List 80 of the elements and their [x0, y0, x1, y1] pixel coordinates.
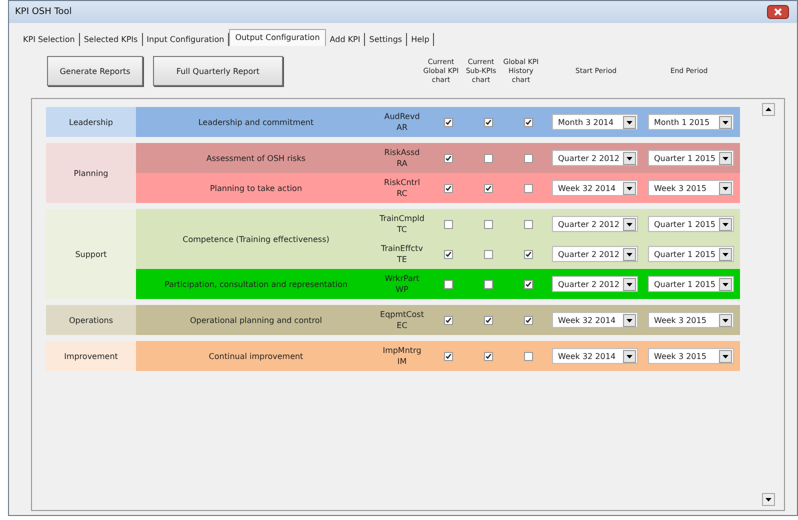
checkbox[interactable] — [444, 184, 452, 192]
start-period-dropdown[interactable]: Month 3 2014 — [552, 114, 638, 130]
checkbox[interactable] — [524, 316, 532, 324]
close-icon[interactable] — [767, 5, 789, 19]
kpi-abbreviation: IM — [397, 356, 407, 367]
checkbox[interactable] — [524, 220, 532, 228]
kpi-abbreviation: EC — [396, 320, 408, 331]
tab[interactable]: Settings — [365, 33, 408, 46]
report-button[interactable]: Full Quarterly Report — [153, 56, 283, 86]
scroll-down-icon[interactable] — [762, 493, 775, 506]
kpi-code: ImpMntrg — [382, 345, 422, 356]
checkbox[interactable] — [484, 220, 492, 228]
start-period-dropdown[interactable]: Quarter 2 2012 — [552, 276, 638, 292]
kpi-abbreviation: TC — [396, 224, 407, 235]
checkbox[interactable] — [444, 220, 452, 228]
start-period-dropdown[interactable]: Week 32 2014 — [552, 180, 638, 196]
checkbox[interactable] — [444, 118, 452, 126]
checkbox[interactable] — [444, 352, 452, 360]
checkbox[interactable] — [444, 154, 452, 162]
checkbox[interactable] — [484, 352, 492, 360]
end-period-dropdown[interactable]: Quarter 1 2015 — [648, 216, 734, 232]
checkbox[interactable] — [524, 280, 532, 288]
checkbox[interactable] — [444, 280, 452, 288]
clause-name: Competence (Training effectiveness) — [182, 234, 330, 244]
end-period-dropdown[interactable]: Quarter 1 2015 — [648, 150, 734, 166]
start-period-dropdown[interactable]: Quarter 2 2012 — [552, 246, 638, 262]
tab[interactable]: Selected KPIs — [80, 33, 143, 46]
window-title: KPI OSH Tool — [15, 7, 72, 17]
kpi-abbreviation: AR — [396, 122, 408, 133]
clause-name: Assessment of OSH risks — [205, 154, 307, 162]
scroll-up-icon[interactable] — [762, 103, 775, 116]
checkbox[interactable] — [484, 250, 492, 258]
group-cell: Improvement — [46, 341, 136, 371]
kpi-code: WrkrPart — [384, 273, 420, 284]
start-period-dropdown[interactable]: Week 32 2014 — [552, 348, 638, 364]
kpi-code: AudRevd — [384, 111, 420, 122]
end-period-dropdown[interactable]: Week 3 2015 — [648, 312, 734, 328]
end-period-dropdown[interactable]: Week 3 2015 — [648, 180, 734, 196]
kpi-abbreviation: RA — [396, 158, 408, 169]
end-period-dropdown[interactable]: Week 3 2015 — [648, 348, 734, 364]
end-period-dropdown[interactable]: Quarter 1 2015 — [648, 276, 734, 292]
clause-name: Leadership and commitment — [197, 118, 315, 126]
end-period-dropdown[interactable]: Quarter 1 2015 — [648, 246, 734, 262]
tab[interactable]: Output Configuration — [229, 29, 326, 46]
kpi-code: TrainEffctv — [380, 243, 424, 254]
group-cell: Operations — [46, 305, 136, 335]
checkbox[interactable] — [484, 118, 492, 126]
checkbox[interactable] — [484, 280, 492, 288]
group-cell: Planning — [46, 143, 136, 203]
checkbox[interactable] — [444, 250, 452, 258]
tab[interactable]: Add KPI — [326, 33, 366, 46]
checkbox[interactable] — [524, 154, 532, 162]
checkbox[interactable] — [524, 250, 532, 258]
start-period-dropdown[interactable]: Week 32 2014 — [552, 312, 638, 328]
checkbox[interactable] — [484, 154, 492, 162]
tab[interactable]: KPI Selection — [19, 33, 80, 46]
kpi-code: EqpmtCost — [380, 309, 424, 320]
kpi-abbreviation: RC — [396, 188, 408, 199]
checkbox[interactable] — [524, 118, 532, 126]
checkbox[interactable] — [484, 184, 492, 192]
checkbox[interactable] — [524, 184, 532, 192]
end-period-dropdown[interactable]: Month 1 2015 — [648, 114, 734, 130]
checkbox[interactable] — [484, 316, 492, 324]
kpi-code: RiskCntrl — [384, 177, 420, 188]
group-cell: Leadership — [46, 107, 136, 137]
kpi-code: RiskAssd — [384, 147, 420, 158]
clause-name: Operational planning and control — [188, 316, 324, 324]
clause-name: Continual improvement — [208, 352, 304, 360]
clause-name: Participation, consultation and representation — [163, 280, 349, 288]
start-period-dropdown[interactable]: Quarter 2 2012 — [552, 216, 638, 232]
report-button[interactable]: Generate Reports — [47, 56, 143, 86]
clause-name: Planning to take action — [208, 184, 304, 192]
kpi-code: TrainCmpld — [380, 213, 424, 224]
start-period-dropdown[interactable]: Quarter 2 2012 — [552, 150, 638, 166]
checkbox[interactable] — [524, 352, 532, 360]
kpi-abbreviation: TE — [397, 254, 407, 265]
kpi-abbreviation: WP — [396, 284, 408, 295]
checkbox[interactable] — [444, 316, 452, 324]
group-cell: Support — [46, 209, 136, 299]
tab[interactable]: Help — [407, 33, 434, 46]
